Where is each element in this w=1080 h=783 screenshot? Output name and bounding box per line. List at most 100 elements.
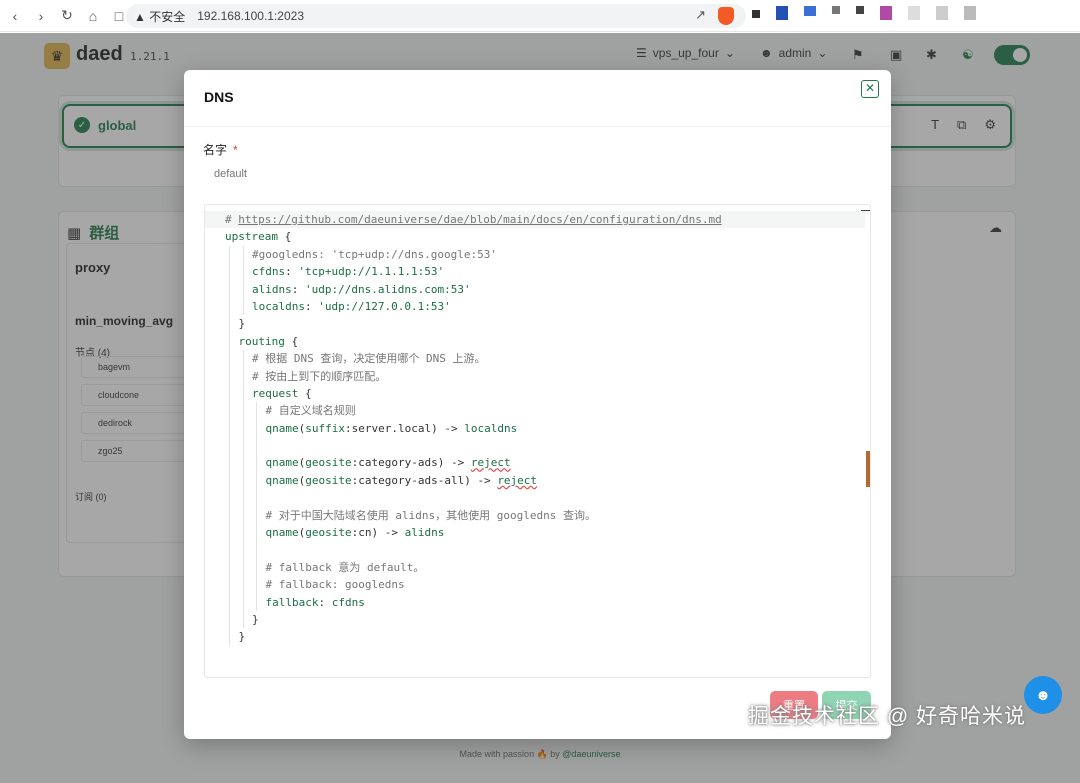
- code-token: #: [225, 213, 239, 226]
- code-line[interactable]: qname(suffix:server.local) -> localdns: [205, 419, 865, 438]
- code-line[interactable]: routing {: [205, 332, 865, 351]
- indent-guide: [256, 437, 257, 455]
- code-line[interactable]: upstream {: [205, 228, 865, 245]
- share-icon[interactable]: ↗: [695, 7, 706, 23]
- code-token: qname: [265, 473, 299, 487]
- code-text: # 对于中国大陆域名使用 alidns，其他使用 googledns 查询。: [266, 507, 596, 524]
- code-line[interactable]: # 对于中国大陆域名使用 alidns，其他使用 googledns 查询。: [205, 506, 865, 525]
- indent-guide: [229, 471, 230, 490]
- code-token: alidns: [404, 526, 445, 540]
- indent-guide: [242, 576, 244, 594]
- indent-guide: [256, 593, 257, 611]
- extension-icon[interactable]: [804, 6, 816, 16]
- indent-guide: [229, 263, 230, 281]
- code-text: qname(geosite:cn) -> alidns: [266, 524, 445, 541]
- code-line[interactable]: }: [205, 610, 865, 629]
- code-line[interactable]: # fallback 意为 default。: [205, 558, 865, 577]
- code-token: geosite: [305, 526, 352, 540]
- indent-guide: [229, 297, 230, 316]
- forward-icon[interactable]: ›: [30, 5, 52, 27]
- extension-icon[interactable]: [752, 10, 760, 18]
- extension-icon[interactable]: [880, 6, 892, 20]
- code-line[interactable]: qname(geosite:category-ads) -> reject: [205, 454, 865, 472]
- indent-guide: [242, 489, 244, 507]
- extension-icons: [752, 6, 976, 20]
- code-line[interactable]: # https://github.com/daeuniverse/dae/blo…: [205, 211, 865, 229]
- code-token: localdns: [464, 421, 518, 435]
- indent-guide: [242, 402, 244, 420]
- indent-guide: [256, 419, 257, 438]
- indent-guide: [242, 454, 244, 472]
- code-line[interactable]: qname(geosite:cn) -> alidns: [205, 524, 865, 542]
- extension-icon[interactable]: [776, 6, 788, 20]
- code-line[interactable]: }: [205, 315, 865, 333]
- code-text: }: [252, 611, 259, 628]
- chat-assistant-icon[interactable]: ☻: [1024, 676, 1062, 714]
- security-warning[interactable]: ▲ 不安全: [134, 8, 185, 25]
- indent-guide: [256, 541, 257, 559]
- indent-guide: [256, 524, 257, 542]
- code-token: {: [298, 386, 312, 400]
- code-line[interactable]: # 根据 DNS 查询，决定使用哪个 DNS 上游。: [205, 350, 865, 368]
- code-token: # 按由上到下的顺序匹配。: [252, 369, 387, 383]
- extension-icon[interactable]: [964, 6, 976, 20]
- indent-guide: [229, 628, 230, 646]
- editor-scrollbar-thumb[interactable]: [866, 451, 870, 487]
- code-line[interactable]: cfdns: 'tcp+udp://1.1.1.1:53': [205, 263, 865, 281]
- code-line[interactable]: #googledns: 'tcp+udp://dns.google:53': [205, 245, 865, 264]
- code-content[interactable]: # https://github.com/daeuniverse/dae/blo…: [205, 211, 865, 646]
- code-text: qname(geosite:category-ads-all) -> rejec…: [266, 472, 538, 489]
- indent-guide: [229, 576, 230, 594]
- code-token: qname: [265, 421, 299, 435]
- code-line[interactable]: # 按由上到下的顺序匹配。: [205, 367, 865, 385]
- code-line[interactable]: [205, 541, 865, 559]
- indent-guide: [229, 402, 230, 420]
- code-token: :: [318, 595, 332, 609]
- code-line[interactable]: # fallback: googledns: [205, 576, 865, 594]
- indent-guide: [229, 315, 230, 333]
- back-icon[interactable]: ‹: [4, 5, 26, 27]
- code-editor[interactable]: # https://github.com/daeuniverse/dae/blo…: [204, 204, 871, 678]
- code-token: request: [252, 386, 299, 400]
- code-text: localdns: 'udp://127.0.0.1:53': [252, 298, 451, 315]
- indent-guide: [229, 454, 230, 472]
- indent-guide: [256, 402, 257, 420]
- extension-icon[interactable]: [832, 6, 840, 14]
- code-line[interactable]: [205, 437, 865, 455]
- extension-icon[interactable]: [908, 6, 920, 20]
- modal-divider: [184, 126, 891, 127]
- code-line[interactable]: fallback: cfdns: [205, 593, 865, 611]
- code-token: :server.local) ->: [345, 421, 465, 435]
- brave-shield-icon[interactable]: [718, 7, 734, 25]
- extension-icon[interactable]: [936, 6, 948, 20]
- security-label: 不安全: [149, 9, 186, 24]
- address-bar[interactable]: ▲ 不安全 192.168.100.1:2023 ↗: [126, 4, 746, 28]
- close-icon[interactable]: ✕: [861, 80, 879, 98]
- code-line[interactable]: alidns: 'udp://dns.alidns.com:53': [205, 280, 865, 298]
- indent-guide: [256, 489, 257, 507]
- indent-guide: [242, 419, 244, 438]
- code-text: # fallback 意为 default。: [266, 559, 425, 576]
- code-token: :category-ads-all) ->: [351, 473, 498, 487]
- code-token: {: [284, 334, 299, 348]
- code-line[interactable]: localdns: 'udp://127.0.0.1:53': [205, 297, 865, 316]
- indent-guide: [229, 245, 230, 264]
- code-line[interactable]: }: [205, 628, 865, 646]
- code-token: routing: [238, 334, 285, 348]
- name-input[interactable]: [204, 163, 864, 185]
- modal-title: DNS: [204, 89, 234, 105]
- code-line[interactable]: [205, 489, 865, 507]
- code-line[interactable]: request {: [205, 384, 865, 403]
- extension-icon[interactable]: [856, 6, 864, 14]
- home-icon[interactable]: ⌂: [82, 5, 104, 27]
- code-line[interactable]: qname(geosite:category-ads-all) -> rejec…: [205, 471, 865, 490]
- code-text: fallback: cfdns: [266, 594, 365, 611]
- code-line[interactable]: # 自定义域名规则: [205, 402, 865, 420]
- code-text: qname(geosite:category-ads) -> reject: [266, 454, 511, 471]
- code-text: routing {: [239, 333, 299, 350]
- indent-guide: [242, 593, 244, 611]
- reload-icon[interactable]: ↻: [56, 5, 78, 27]
- collapse-icon[interactable]: —: [861, 205, 870, 217]
- code-token: # 自定义域名规则: [265, 404, 356, 418]
- indent-guide: [256, 558, 257, 577]
